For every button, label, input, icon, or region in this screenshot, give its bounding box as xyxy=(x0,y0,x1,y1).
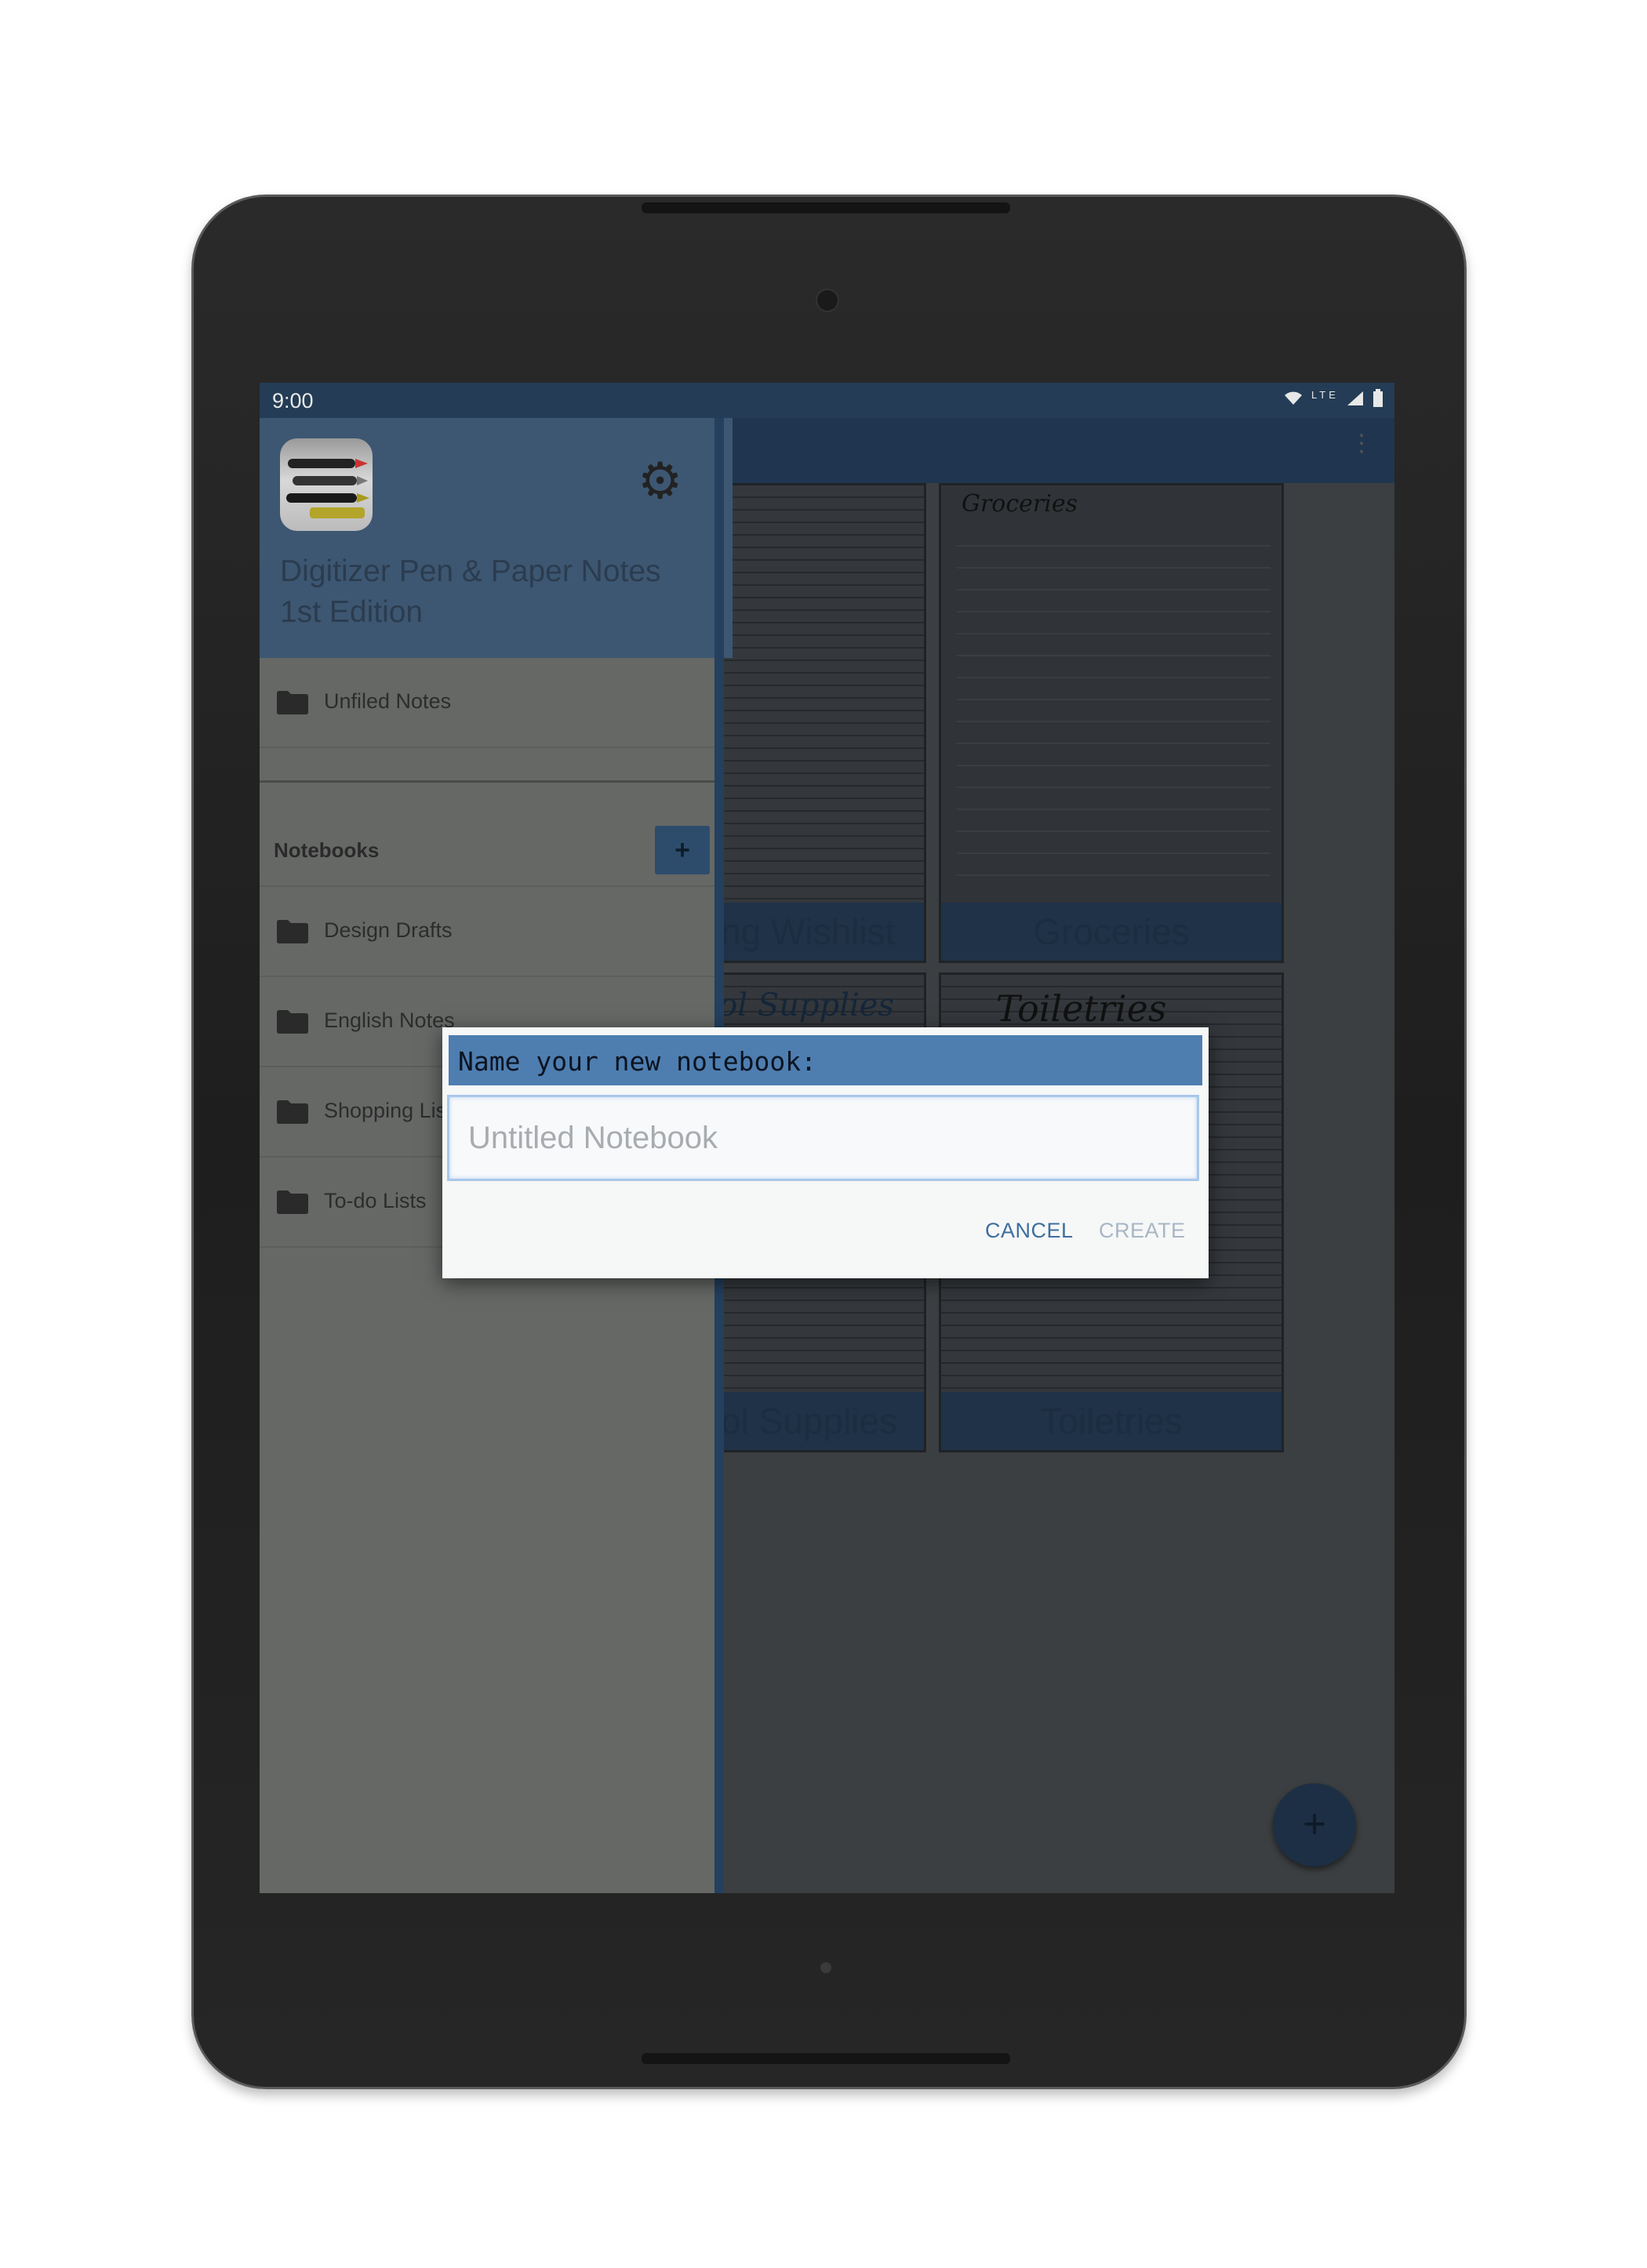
app-title: Digitizer Pen & Paper Notes 1st Edition xyxy=(280,551,719,633)
divider xyxy=(260,780,714,783)
card-handwriting: Toiletries xyxy=(996,987,1167,1030)
folder-icon xyxy=(277,1100,308,1124)
status-bar: 9:00 LTE xyxy=(260,383,1394,418)
settings-gear-icon[interactable]: ⚙ xyxy=(638,456,688,506)
notebook-card-label: Groceries xyxy=(941,903,1282,961)
status-time: 9:00 xyxy=(272,389,314,413)
overflow-menu-icon[interactable]: ⋮ xyxy=(1350,430,1373,457)
drawer-item-label: Shopping Lis xyxy=(324,1099,447,1122)
folder-icon xyxy=(277,1190,308,1214)
cancel-button[interactable]: CANCEL xyxy=(985,1219,1074,1243)
drawer-item-label: English Notes xyxy=(324,1009,455,1032)
dialog-title-bar: Name your new notebook: xyxy=(449,1035,1202,1085)
home-indicator xyxy=(820,1962,831,1973)
notebook-name-input[interactable] xyxy=(447,1095,1199,1181)
signal-icon xyxy=(1347,391,1364,405)
bottom-speaker xyxy=(642,2053,1010,2064)
wifi-icon xyxy=(1285,391,1303,405)
add-notebook-button[interactable]: + xyxy=(655,826,710,874)
notebook-card-label: Toiletries xyxy=(941,1392,1282,1450)
new-notebook-dialog: Name your new notebook: CANCEL CREATE xyxy=(442,1027,1209,1278)
status-icons: LTE xyxy=(1283,389,1383,408)
dialog-title: Name your new notebook: xyxy=(458,1046,816,1077)
app-title-line1: Digitizer Pen & Paper Notes xyxy=(280,554,661,588)
notebooks-section-header: Notebooks + xyxy=(260,816,714,887)
drawer-item-label: Design Drafts xyxy=(324,918,453,942)
drawer-item-label: Unfiled Notes xyxy=(324,689,452,713)
network-type-label: LTE xyxy=(1311,389,1339,401)
notebook-card[interactable]: Groceries Groceries xyxy=(939,483,1284,963)
card-sketch xyxy=(957,525,1271,885)
folder-icon xyxy=(277,920,308,943)
notebooks-label: Notebooks xyxy=(274,838,380,862)
top-speaker xyxy=(642,202,1010,213)
drawer-item-label: To-do Lists xyxy=(324,1189,427,1212)
front-camera xyxy=(816,289,839,312)
folder-icon xyxy=(277,691,308,714)
battery-icon xyxy=(1373,389,1383,407)
folder-icon xyxy=(277,1010,308,1034)
drawer-item-design-drafts[interactable]: Design Drafts xyxy=(260,887,714,977)
drawer-header: ⚙ Digitizer Pen & Paper Notes 1st Editio… xyxy=(260,418,733,658)
add-note-fab[interactable]: + xyxy=(1273,1783,1356,1866)
app-title-line2: 1st Edition xyxy=(280,595,424,629)
card-handwriting: Groceries xyxy=(962,490,1078,518)
app-logo xyxy=(280,438,373,531)
create-button[interactable]: CREATE xyxy=(1099,1219,1186,1243)
drawer-item-unfiled-notes[interactable]: Unfiled Notes xyxy=(260,658,714,748)
